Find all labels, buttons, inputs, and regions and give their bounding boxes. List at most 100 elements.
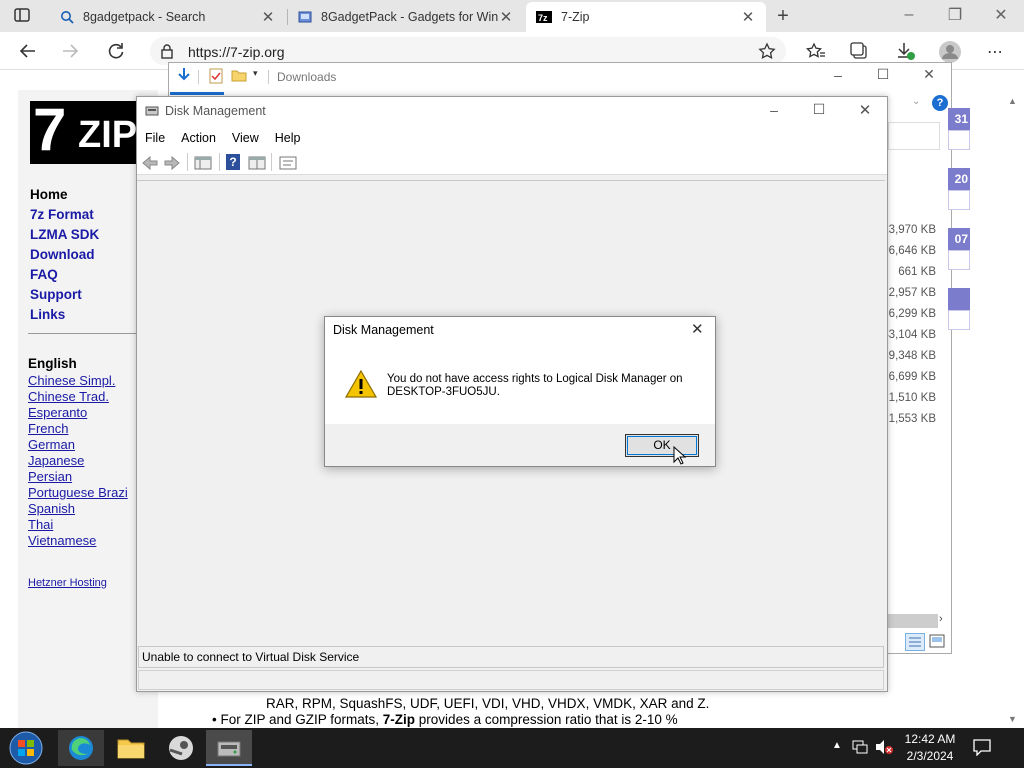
scroll-down-icon[interactable]: ▼: [1008, 714, 1017, 724]
horizontal-scrollbar[interactable]: [888, 614, 938, 628]
refresh-icon[interactable]: [106, 41, 126, 61]
network-icon[interactable]: [851, 739, 869, 755]
notifications-icon[interactable]: [972, 738, 992, 756]
more-menu-icon[interactable]: ⋯: [987, 42, 1003, 62]
back-arrow-icon[interactable]: [141, 155, 159, 171]
profile-avatar[interactable]: [938, 40, 962, 64]
nav-7z-format[interactable]: 7z Format: [30, 207, 94, 222]
show-hide-console-tree-icon[interactable]: [194, 155, 212, 171]
new-tab-button[interactable]: +: [772, 5, 794, 28]
minimize-button[interactable]: –: [898, 6, 920, 24]
dm-maximize-button[interactable]: ☐: [809, 101, 829, 118]
lang-link[interactable]: Portuguese Brazi: [28, 485, 136, 500]
tab-title: 7-Zip: [561, 10, 590, 24]
lang-link[interactable]: French: [28, 421, 68, 436]
separator: [187, 153, 188, 171]
downloads-maximize-button[interactable]: ☐: [873, 66, 893, 83]
ok-button[interactable]: OK: [625, 434, 699, 457]
add-favorite-icon[interactable]: [758, 42, 778, 60]
downloads-minimize-button[interactable]: –: [828, 67, 848, 83]
calendar-badge-bottom: [948, 310, 970, 330]
lang-link[interactable]: Chinese Trad.: [28, 389, 109, 404]
nav-faq[interactable]: FAQ: [30, 267, 58, 282]
help-book-icon[interactable]: ?: [226, 154, 240, 170]
details-view-icon[interactable]: [905, 633, 925, 651]
menu-file[interactable]: File: [137, 131, 173, 145]
svg-text:7z: 7z: [538, 13, 548, 23]
steam-icon[interactable]: [158, 730, 204, 766]
close-tab-icon[interactable]: ✕: [260, 8, 276, 26]
lang-link[interactable]: Spanish: [28, 501, 75, 516]
tab-title: 8gadgetpack - Search: [83, 10, 206, 24]
lang-link[interactable]: Japanese: [28, 453, 84, 468]
close-window-button[interactable]: ✕: [990, 5, 1012, 25]
search-icon: [60, 10, 74, 24]
restore-button[interactable]: ❐: [944, 5, 966, 25]
menu-view[interactable]: View: [224, 131, 267, 145]
help-icon[interactable]: ?: [932, 95, 948, 111]
window-title: Disk Management: [165, 104, 266, 118]
logo-text: ZIP: [78, 114, 138, 156]
tab-title: 8GadgetPack - Gadgets for Windo: [321, 10, 498, 24]
lang-link[interactable]: Esperanto: [28, 405, 87, 420]
menu-action[interactable]: Action: [173, 131, 224, 145]
tab-search[interactable]: 8gadgetpack - Search ✕: [50, 2, 286, 32]
mouse-cursor-icon: [673, 446, 687, 466]
edge-icon[interactable]: [58, 730, 104, 766]
show-hidden-icons[interactable]: ▲: [832, 740, 842, 751]
close-tab-icon[interactable]: ✕: [740, 8, 756, 26]
dm-minimize-button[interactable]: –: [764, 102, 784, 118]
nav-download[interactable]: Download: [30, 247, 95, 262]
view-icon[interactable]: [248, 155, 266, 171]
forward-icon[interactable]: [60, 41, 80, 61]
lang-link[interactable]: German: [28, 437, 75, 452]
language-heading: English: [28, 356, 77, 371]
favorites-icon[interactable]: [806, 42, 826, 60]
back-icon[interactable]: [18, 41, 38, 61]
search-box[interactable]: [888, 122, 940, 150]
tab-7zip[interactable]: 7z 7-Zip ✕: [526, 2, 766, 32]
nav-home[interactable]: Home: [30, 187, 68, 202]
downloads-icon[interactable]: [895, 41, 917, 61]
properties-icon[interactable]: [279, 155, 297, 171]
lock-icon[interactable]: [160, 43, 174, 59]
lang-link[interactable]: Thai: [28, 517, 53, 532]
collections-icon[interactable]: [850, 42, 870, 60]
page-icon: [298, 10, 312, 24]
site-logo[interactable]: 7 ZIP: [30, 97, 138, 164]
downloads-close-button[interactable]: ✕: [919, 66, 939, 83]
message-line: You do not have access rights to Logical…: [387, 373, 683, 385]
body-text-bullet: • For ZIP and GZIP formats, 7-Zip provid…: [212, 712, 678, 727]
explorer-icon[interactable]: [108, 730, 154, 766]
disk-management-taskbar-icon[interactable]: [206, 730, 252, 766]
ribbon-accent: [170, 92, 224, 95]
nav-support[interactable]: Support: [30, 287, 82, 302]
separator: [268, 70, 269, 84]
nav-links[interactable]: Links: [30, 307, 65, 322]
dialog-close-button[interactable]: ✕: [691, 320, 704, 338]
nav-lzma-sdk[interactable]: LZMA SDK: [30, 227, 99, 242]
expand-ribbon-icon[interactable]: ⌄: [912, 96, 920, 107]
dm-close-button[interactable]: ✕: [855, 101, 875, 119]
clock-date: 2/3/2024: [906, 749, 954, 763]
hosting-link[interactable]: Hetzner Hosting: [28, 577, 107, 589]
system-clock[interactable]: 12:42 AM 2/3/2024: [890, 731, 970, 765]
warning-icon: [345, 369, 377, 399]
lang-link[interactable]: Vietnamese: [28, 533, 96, 548]
scroll-right-icon[interactable]: ›: [939, 613, 943, 625]
tab-8gadgetpack[interactable]: 8GadgetPack - Gadgets for Windo ✕: [288, 2, 524, 32]
lang-link[interactable]: Chinese Simpl.: [28, 373, 115, 388]
properties-icon: [209, 68, 223, 84]
menu-help[interactable]: Help: [267, 131, 309, 145]
7zip-icon: 7z: [536, 10, 552, 24]
close-tab-icon[interactable]: ✕: [498, 8, 514, 26]
menu-bar: File Action View Help: [137, 127, 887, 149]
quick-access-dropdown-icon[interactable]: ▾: [253, 68, 258, 79]
url-text[interactable]: https://7-zip.org: [188, 44, 285, 60]
large-icons-view-icon[interactable]: [929, 634, 945, 648]
scroll-up-icon[interactable]: ▲: [1008, 96, 1017, 106]
start-icon[interactable]: [6, 730, 46, 766]
lang-link[interactable]: Persian: [28, 469, 72, 484]
tab-actions-icon[interactable]: [14, 7, 34, 25]
forward-arrow-icon[interactable]: [163, 155, 181, 171]
